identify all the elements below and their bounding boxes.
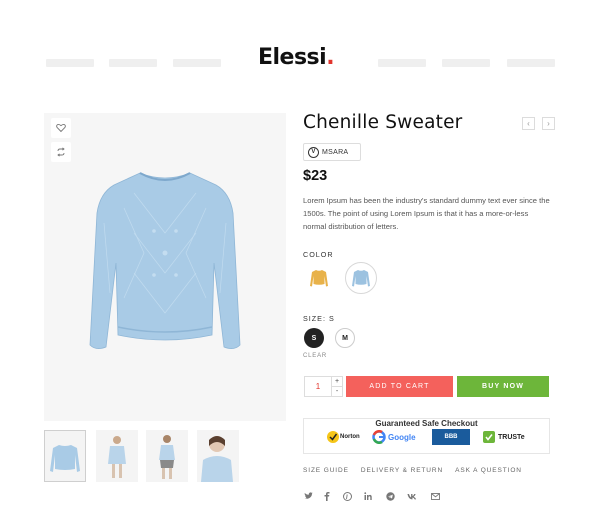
size-option-s[interactable]: S bbox=[304, 328, 324, 348]
thumbnail-1[interactable] bbox=[44, 430, 86, 482]
blue-sweater-icon bbox=[352, 270, 370, 287]
chevron-left-icon: ‹ bbox=[527, 119, 530, 128]
heart-icon bbox=[56, 123, 66, 133]
google-g-icon bbox=[372, 430, 386, 444]
add-to-cart-button[interactable]: ADD TO CART bbox=[346, 376, 453, 397]
prev-product-button[interactable]: ‹ bbox=[522, 117, 535, 130]
size-guide-link[interactable]: SIZE GUIDE bbox=[303, 467, 349, 474]
logo-text: Elessi bbox=[257, 45, 327, 70]
size-option-m[interactable]: M bbox=[335, 328, 355, 348]
quantity-value[interactable]: 1 bbox=[305, 377, 331, 396]
clear-selection-link[interactable]: CLEAR bbox=[303, 353, 327, 359]
quantity-increase-button[interactable]: + bbox=[332, 377, 342, 387]
color-label: COLOR bbox=[303, 250, 334, 259]
truste-badge: TRUSTe bbox=[482, 428, 525, 446]
bbb-label: BBB bbox=[444, 434, 458, 440]
main-product-image[interactable] bbox=[44, 113, 286, 421]
brand-name: MSARA bbox=[322, 148, 349, 156]
delivery-return-link[interactable]: DELIVERY & RETURN bbox=[361, 467, 443, 474]
compare-button[interactable] bbox=[51, 142, 71, 162]
bbb-badge: BBB bbox=[432, 428, 470, 446]
thumbnail-3[interactable] bbox=[146, 430, 188, 482]
ask-question-link[interactable]: ASK A QUESTION bbox=[455, 467, 522, 474]
norton-label: Norton bbox=[340, 434, 360, 440]
sweater-image bbox=[89, 172, 241, 349]
wishlist-button[interactable] bbox=[51, 118, 71, 138]
chevron-right-icon: › bbox=[547, 119, 550, 128]
truste-label: TRUSTe bbox=[498, 433, 525, 441]
product-title: Chenille Sweater bbox=[303, 112, 463, 133]
color-swatch-mustard[interactable] bbox=[303, 262, 335, 294]
product-price: $23 bbox=[303, 168, 328, 184]
safe-checkout-box: Guaranteed Safe Checkout Norton Google B… bbox=[303, 418, 550, 454]
thumbnail-sweater-image bbox=[50, 445, 80, 472]
safe-checkout-title: Guaranteed Safe Checkout bbox=[369, 419, 484, 428]
norton-badge: Norton bbox=[326, 428, 360, 446]
thumbnail-model-closeup-image bbox=[201, 436, 233, 482]
product-links: SIZE GUIDE DELIVERY & RETURN ASK A QUESTIO… bbox=[303, 467, 534, 474]
buy-now-button[interactable]: BUY NOW bbox=[457, 376, 549, 397]
pinterest-icon[interactable] bbox=[342, 491, 352, 501]
thumbnail-2[interactable] bbox=[96, 430, 138, 482]
linkedin-icon[interactable] bbox=[363, 491, 373, 501]
google-badge: Google bbox=[372, 428, 416, 446]
quantity-stepper[interactable]: 1 + - bbox=[304, 376, 343, 397]
thumbnail-4[interactable] bbox=[197, 430, 239, 482]
vk-icon[interactable] bbox=[407, 491, 417, 501]
email-icon[interactable] bbox=[430, 491, 440, 501]
brand-logo-icon: V bbox=[308, 146, 319, 158]
compare-arrows-icon bbox=[57, 147, 65, 157]
thumbnail-model-front-image bbox=[108, 436, 126, 478]
quantity-decrease-button[interactable]: - bbox=[332, 387, 342, 396]
truste-check-icon bbox=[483, 431, 495, 443]
size-label: SIZE: S bbox=[303, 314, 335, 323]
facebook-icon[interactable] bbox=[322, 491, 332, 501]
product-description: Lorem Ipsum has been the industry's stan… bbox=[303, 196, 550, 232]
thumbnail-model-side-image bbox=[159, 435, 175, 479]
logo-dot: . bbox=[326, 45, 335, 70]
mustard-sweater-icon bbox=[310, 270, 328, 287]
telegram-icon[interactable] bbox=[385, 491, 395, 501]
next-product-button[interactable]: › bbox=[542, 117, 555, 130]
brand-badge[interactable]: V MSARA bbox=[303, 143, 361, 161]
color-swatch-light-blue[interactable] bbox=[345, 262, 377, 294]
site-logo[interactable]: Elessi. bbox=[0, 45, 592, 70]
twitter-icon[interactable] bbox=[303, 491, 313, 501]
google-label: Google bbox=[388, 432, 416, 442]
